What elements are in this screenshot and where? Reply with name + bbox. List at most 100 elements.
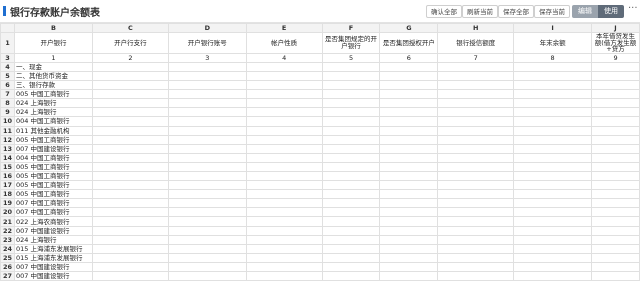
- bank-name-cell[interactable]: 005 中国工商银行: [13, 134, 93, 145]
- data-cell[interactable]: [91, 61, 169, 72]
- data-cell[interactable]: [379, 198, 439, 209]
- bank-name-cell[interactable]: 004 中国工商银行: [13, 116, 93, 127]
- bank-name-cell[interactable]: 007 中国建设银行: [13, 225, 93, 236]
- data-cell[interactable]: [321, 125, 381, 136]
- data-cell[interactable]: [245, 189, 323, 200]
- data-cell[interactable]: [321, 89, 381, 100]
- data-cell[interactable]: [513, 198, 593, 209]
- data-cell[interactable]: [437, 198, 515, 209]
- data-cell[interactable]: [91, 243, 169, 254]
- data-cell[interactable]: [91, 234, 169, 245]
- data-cell[interactable]: [245, 252, 323, 263]
- data-cell[interactable]: [379, 261, 439, 273]
- data-cell[interactable]: [513, 70, 593, 82]
- data-cell[interactable]: [91, 143, 169, 154]
- data-cell[interactable]: [91, 189, 169, 200]
- data-cell[interactable]: [379, 189, 439, 200]
- data-cell[interactable]: [379, 116, 439, 127]
- data-cell[interactable]: [167, 198, 247, 209]
- data-cell[interactable]: [513, 89, 593, 100]
- data-cell[interactable]: [167, 225, 247, 236]
- data-cell[interactable]: [513, 152, 593, 163]
- row-number[interactable]: 13: [0, 143, 15, 154]
- data-cell[interactable]: [513, 80, 593, 91]
- data-cell[interactable]: [591, 261, 640, 273]
- refresh-current-button[interactable]: 刷新当前: [462, 5, 498, 18]
- data-cell[interactable]: [167, 152, 247, 163]
- data-cell[interactable]: [321, 198, 381, 209]
- data-cell[interactable]: [437, 98, 515, 109]
- data-cell[interactable]: [245, 70, 323, 82]
- use-mode-option[interactable]: 使用: [598, 5, 624, 18]
- data-cell[interactable]: [513, 98, 593, 109]
- row-number[interactable]: 25: [0, 252, 15, 263]
- data-cell[interactable]: [321, 180, 381, 191]
- edit-mode-option[interactable]: 编辑: [572, 5, 598, 18]
- data-cell[interactable]: [167, 216, 247, 227]
- index-cell[interactable]: 1: [13, 52, 93, 63]
- header-cell[interactable]: 开户行支行: [91, 32, 169, 54]
- data-cell[interactable]: [91, 261, 169, 273]
- bank-name-cell[interactable]: 007 中国工商银行: [13, 198, 93, 209]
- data-cell[interactable]: [91, 216, 169, 227]
- data-cell[interactable]: [513, 180, 593, 191]
- data-cell[interactable]: [437, 61, 515, 72]
- row-number[interactable]: 19: [0, 198, 15, 209]
- data-cell[interactable]: [91, 98, 169, 109]
- data-cell[interactable]: [167, 271, 247, 281]
- data-cell[interactable]: [437, 225, 515, 236]
- data-cell[interactable]: [321, 143, 381, 154]
- data-cell[interactable]: [513, 189, 593, 200]
- data-cell[interactable]: [591, 107, 640, 118]
- row-number[interactable]: 22: [0, 225, 15, 236]
- data-cell[interactable]: [591, 170, 640, 182]
- data-cell[interactable]: [379, 271, 439, 281]
- data-cell[interactable]: [591, 198, 640, 209]
- row-number[interactable]: 20: [0, 207, 15, 218]
- data-cell[interactable]: [379, 161, 439, 173]
- data-cell[interactable]: [321, 152, 381, 163]
- data-cell[interactable]: [437, 125, 515, 136]
- bank-name-cell[interactable]: 005 中国工商银行: [13, 170, 93, 182]
- data-cell[interactable]: [437, 234, 515, 245]
- data-cell[interactable]: [437, 216, 515, 227]
- column-header[interactable]: J: [591, 23, 640, 33]
- data-cell[interactable]: [321, 261, 381, 273]
- data-cell[interactable]: [245, 271, 323, 281]
- data-cell[interactable]: [437, 107, 515, 118]
- index-cell[interactable]: 2: [91, 52, 169, 63]
- column-header[interactable]: G: [379, 23, 439, 33]
- data-cell[interactable]: [591, 143, 640, 154]
- data-cell[interactable]: [437, 189, 515, 200]
- bank-name-cell[interactable]: 007 中国建设银行: [13, 261, 93, 273]
- data-cell[interactable]: [591, 80, 640, 91]
- data-cell[interactable]: [379, 180, 439, 191]
- data-cell[interactable]: [321, 80, 381, 91]
- data-cell[interactable]: [321, 161, 381, 173]
- data-cell[interactable]: [379, 80, 439, 91]
- column-header[interactable]: D: [167, 23, 247, 33]
- column-header[interactable]: F: [321, 23, 381, 33]
- data-cell[interactable]: [591, 216, 640, 227]
- data-cell[interactable]: [321, 252, 381, 263]
- row-number[interactable]: 6: [0, 80, 15, 91]
- data-cell[interactable]: [245, 234, 323, 245]
- corner-cell[interactable]: [0, 23, 15, 33]
- row-number[interactable]: 23: [0, 234, 15, 245]
- data-cell[interactable]: [321, 189, 381, 200]
- row-number[interactable]: 11: [0, 125, 15, 136]
- data-cell[interactable]: [379, 89, 439, 100]
- data-cell[interactable]: [245, 198, 323, 209]
- data-cell[interactable]: [245, 261, 323, 273]
- bank-name-cell[interactable]: 024 上海银行: [13, 98, 93, 109]
- data-cell[interactable]: [379, 225, 439, 236]
- data-cell[interactable]: [591, 125, 640, 136]
- data-cell[interactable]: [245, 116, 323, 127]
- data-cell[interactable]: [167, 189, 247, 200]
- data-cell[interactable]: [167, 107, 247, 118]
- data-cell[interactable]: [379, 207, 439, 218]
- data-cell[interactable]: [591, 271, 640, 281]
- data-cell[interactable]: [437, 207, 515, 218]
- data-cell[interactable]: [321, 170, 381, 182]
- data-cell[interactable]: [167, 170, 247, 182]
